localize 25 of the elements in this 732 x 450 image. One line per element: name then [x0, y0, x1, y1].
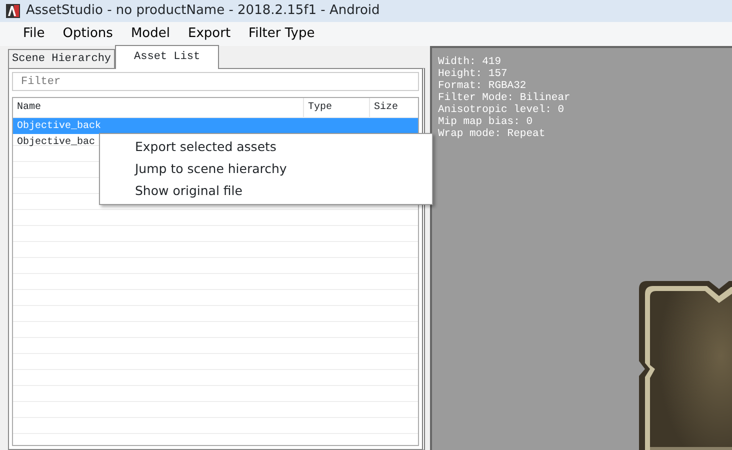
info-line: Mip map bias: 0 — [438, 116, 534, 128]
app-icon — [6, 4, 20, 18]
menu-item[interactable]: File — [14, 24, 54, 44]
tab[interactable]: Asset List — [115, 44, 220, 69]
menu-item[interactable]: Options — [54, 24, 122, 44]
menu-item[interactable]: Export selected assets — [100, 136, 432, 158]
menu-item[interactable]: Export — [178, 24, 240, 44]
menu-item[interactable]: Jump to scene hierarchy — [100, 158, 432, 180]
column-header[interactable]: Name — [13, 98, 303, 117]
menu-item[interactable]: Filter Type — [240, 24, 324, 44]
info-line: Width: 419 — [438, 56, 502, 68]
info-line: Filter Mode: Bilinear — [438, 92, 572, 104]
table-cell-text: Objective_bac — [16, 136, 96, 150]
menu-item[interactable]: Show original file — [100, 180, 432, 202]
tab[interactable]: Scene Hierarchy — [8, 48, 116, 68]
filter-field[interactable]: Filter — [12, 72, 419, 91]
info-line: Format: RGBA32 — [438, 80, 528, 92]
table-cell-text: Objective_back — [16, 120, 102, 134]
column-header[interactable]: Type — [303, 98, 369, 117]
info-line: Anisotropic level: 0 — [438, 104, 566, 116]
column-header[interactable]: Size — [369, 98, 414, 117]
window-title: AssetStudio - no productName - 2018.2.15f1 - Android — [26, 2, 380, 20]
menu-item[interactable]: Model — [122, 24, 179, 44]
info-line: Wrap mode: Repeat — [438, 128, 546, 140]
info-line: Height: 157 — [438, 68, 508, 80]
